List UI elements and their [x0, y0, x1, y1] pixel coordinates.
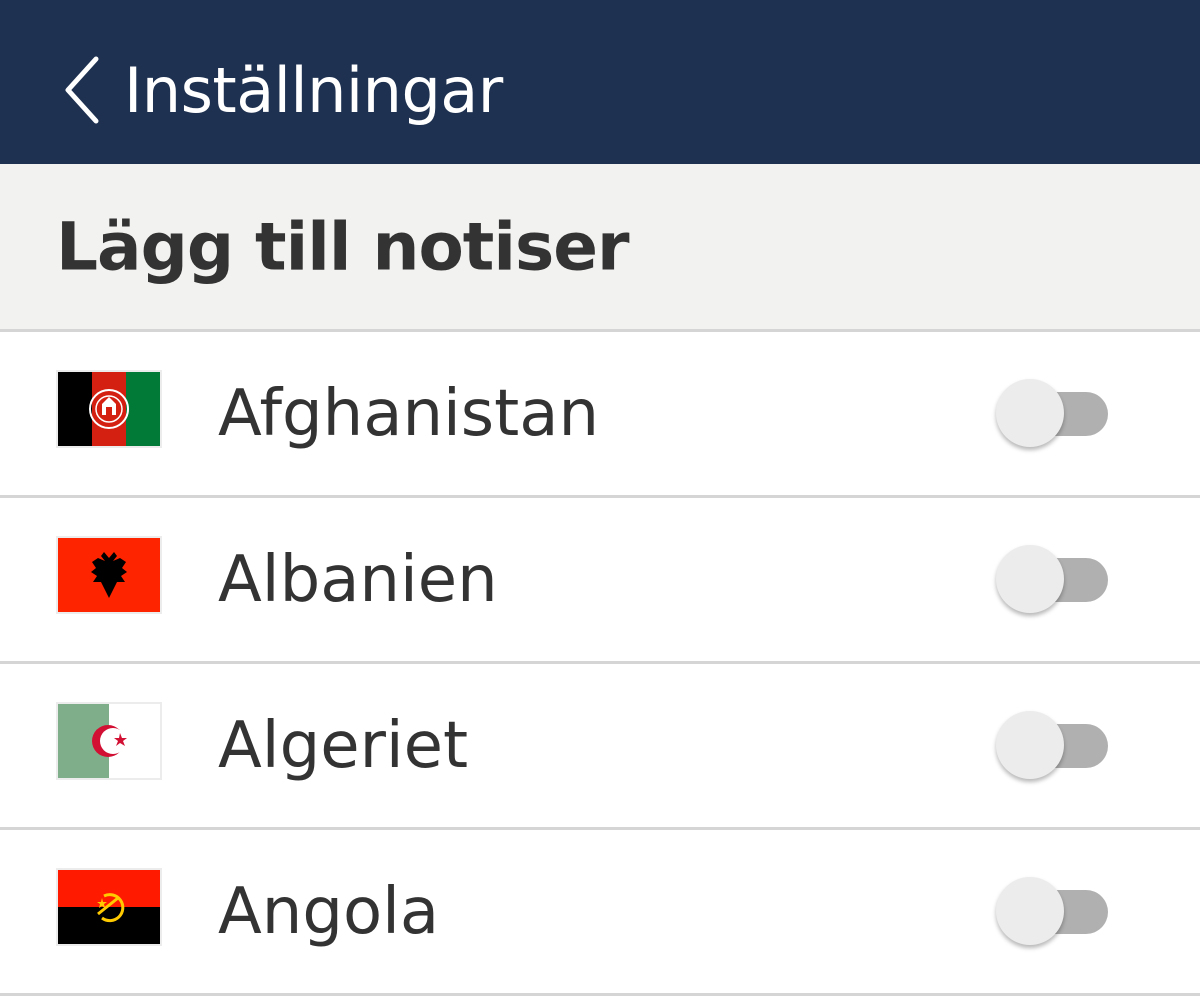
toggle-thumb — [996, 544, 1064, 613]
list-item-afghanistan[interactable]: Afghanistan — [0, 332, 1200, 498]
list-item-angola[interactable]: Angola — [0, 830, 1200, 996]
toggle-thumb — [996, 876, 1064, 945]
chevron-left-icon — [60, 55, 112, 125]
country-name: Albanien — [218, 542, 498, 617]
algeria-flag-icon — [56, 702, 162, 780]
country-name: Angola — [218, 874, 440, 949]
notification-toggle[interactable] — [996, 544, 1108, 615]
albania-flag-icon — [56, 536, 162, 614]
notification-toggle[interactable] — [996, 876, 1108, 947]
section-title: Lägg till notiser — [56, 208, 630, 285]
back-button[interactable]: Inställningar — [60, 40, 503, 140]
toggle-thumb — [996, 710, 1064, 779]
app-bar: Inställningar — [0, 0, 1200, 164]
list-item-algeriet[interactable]: Algeriet — [0, 664, 1200, 830]
afghanistan-flag-icon — [56, 370, 162, 448]
toggle-thumb — [996, 378, 1064, 447]
notification-toggle[interactable] — [996, 710, 1108, 781]
angola-flag-icon — [56, 868, 162, 946]
country-name: Algeriet — [218, 708, 469, 783]
country-name: Afghanistan — [218, 376, 599, 451]
section-header: Lägg till notiser — [0, 164, 1200, 332]
app-title: Inställningar — [124, 53, 503, 127]
notification-toggle[interactable] — [996, 378, 1108, 449]
list-item-albanien[interactable]: Albanien — [0, 498, 1200, 664]
